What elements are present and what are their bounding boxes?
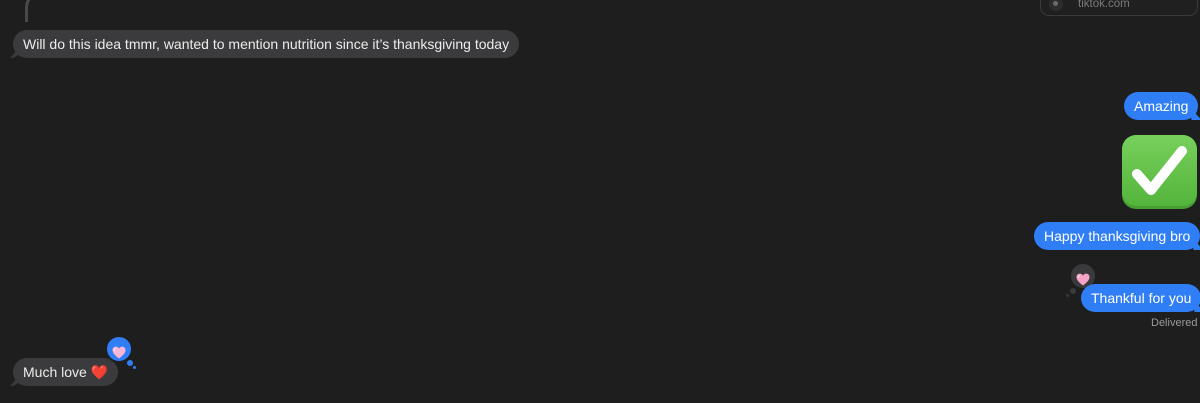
conversation-view: tiktok.com Will do this idea tmmr, wante…: [0, 0, 1200, 403]
checkmark-emoji-icon[interactable]: [1122, 135, 1197, 209]
checkmark-icon: [1132, 146, 1187, 195]
tapback-tail-dot: [1070, 288, 1076, 294]
delivered-status: Delivered: [1151, 317, 1198, 329]
tapback-tail-dot: [127, 360, 133, 366]
message-bubble-incoming[interactable]: Much love ❤️: [13, 358, 119, 386]
message-bubble-outgoing[interactable]: Amazing: [1124, 92, 1199, 120]
message-bubble-outgoing[interactable]: Happy thanksgiving bro: [1034, 222, 1200, 250]
tiktok-icon: [1049, 0, 1063, 11]
message-bubble-incoming[interactable]: Will do this idea tmmr, wanted to mentio…: [13, 30, 520, 58]
pink-heart-icon: [112, 346, 126, 359]
tapback-tail-dot: [1066, 294, 1069, 297]
reply-thread-line: [25, 0, 47, 22]
link-preview-card[interactable]: tiktok.com: [1040, 0, 1198, 16]
tapback-tail-dot: [133, 366, 136, 369]
pink-heart-icon: [1076, 273, 1090, 286]
message-bubble-outgoing[interactable]: Thankful for you: [1081, 284, 1200, 312]
link-preview-domain: tiktok.com: [1078, 0, 1130, 10]
tapback-badge[interactable]: [105, 335, 133, 363]
